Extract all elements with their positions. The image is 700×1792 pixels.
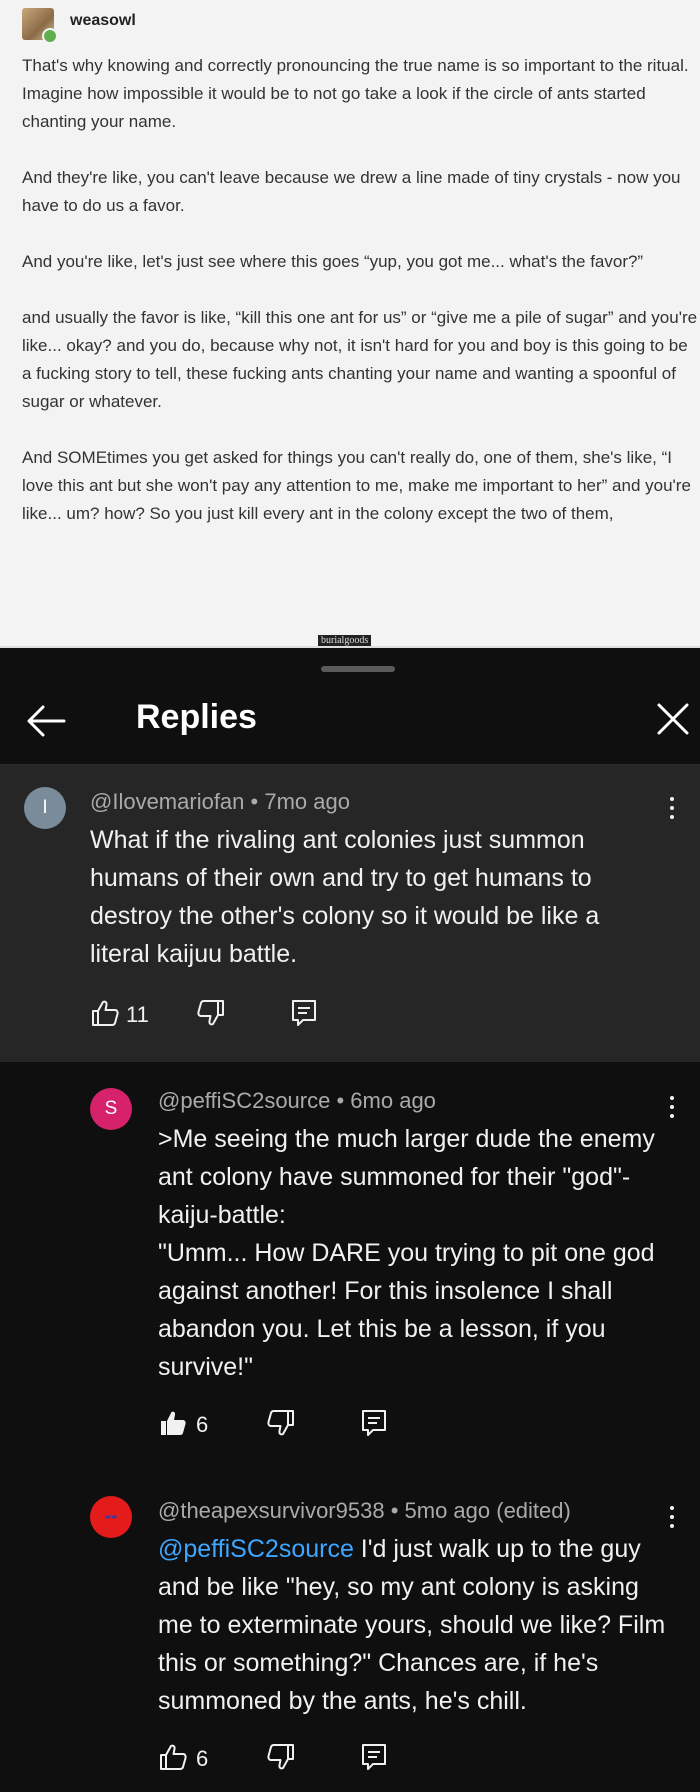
comment-time: 5mo ago (edited) [404, 1498, 571, 1523]
reply-comment: ▰▰ @theapexsurvivor9538 • 5mo ago (edite… [0, 1472, 700, 1792]
like-count: 6 [196, 1746, 209, 1771]
avatar-logo-icon: ▰▰ [104, 1512, 118, 1521]
parent-comment: I @Ilovemariofan • 7mo ago What if the r… [0, 765, 700, 1062]
comment-actions: 11 [90, 998, 390, 1032]
meta-separator: • [384, 1498, 405, 1523]
like-button[interactable] [158, 1408, 188, 1438]
thumbs-down-icon [197, 1000, 224, 1026]
like-count: 6 [196, 1412, 209, 1437]
reply-button[interactable] [360, 1408, 388, 1438]
tumblr-avatar-badge-icon [42, 28, 58, 44]
post-paragraph: And SOMEtimes you get asked for things y… [22, 448, 691, 523]
post-paragraph: and usually the favor is like, “kill thi… [22, 308, 698, 411]
dislike-button[interactable] [266, 1408, 296, 1438]
thumbs-up-filled-icon [161, 1411, 186, 1435]
reply-icon [362, 1744, 386, 1770]
replies-header: Replies [0, 678, 700, 765]
like-button[interactable] [158, 1742, 188, 1772]
comment-author[interactable]: @Ilovemariofan [90, 789, 244, 814]
tumblr-post-body: That's why knowing and correctly pronoun… [22, 52, 698, 556]
tumblr-post-screenshot: weasowl That's why knowing and correctly… [0, 0, 700, 648]
post-paragraph: That's why knowing and correctly pronoun… [22, 56, 689, 131]
comment-meta: @theapexsurvivor9538 • 5mo ago (edited) [158, 1498, 571, 1524]
thumbs-up-icon [160, 1744, 187, 1770]
like-button[interactable] [90, 998, 120, 1028]
avatar[interactable]: I [24, 787, 66, 829]
post-paragraph: And they're like, you can't leave becaus… [22, 168, 681, 215]
reply-icon [292, 1000, 316, 1026]
comment-meta: @Ilovemariofan • 7mo ago [90, 789, 350, 815]
post-paragraph: And you're like, let's just see where th… [22, 252, 644, 271]
comment-time: 6mo ago [350, 1088, 436, 1113]
thumbs-down-icon [267, 1744, 294, 1770]
reply-button[interactable] [360, 1742, 388, 1772]
more-options-icon[interactable] [667, 797, 677, 825]
thumbs-up-icon [92, 1000, 119, 1026]
comment-actions: 6 [158, 1408, 458, 1442]
page-title: Replies [136, 698, 257, 736]
avatar[interactable]: S [90, 1088, 132, 1130]
comment-author[interactable]: @peffiSC2source [158, 1088, 330, 1113]
reply-icon [362, 1410, 386, 1436]
reply-comment: S @peffiSC2source • 6mo ago >Me seeing t… [0, 1062, 700, 1472]
comment-text: @peffiSC2source I'd just walk up to the … [158, 1530, 680, 1720]
close-icon[interactable] [656, 702, 690, 736]
comment-actions: 6 [158, 1742, 458, 1776]
comment-time: 7mo ago [264, 789, 350, 814]
comment-text: What if the rivaling ant colonies just s… [90, 826, 600, 968]
replies-sheet: Replies I @Ilovemariofan • 7mo ago What … [0, 648, 700, 1792]
like-count: 11 [126, 1002, 149, 1027]
comment-author[interactable]: @theapexsurvivor9538 [158, 1498, 385, 1523]
dislike-button[interactable] [196, 998, 226, 1028]
meta-separator: • [330, 1088, 351, 1113]
back-arrow-icon[interactable] [26, 704, 66, 738]
thumbs-down-icon [267, 1410, 294, 1436]
reply-button[interactable] [290, 998, 318, 1028]
dislike-button[interactable] [266, 1742, 296, 1772]
meta-separator: • [244, 789, 265, 814]
drag-handle[interactable] [321, 666, 395, 672]
comment-meta: @peffiSC2source • 6mo ago [158, 1088, 436, 1114]
comment-text: >Me seeing the much larger dude the enem… [158, 1125, 655, 1381]
avatar[interactable]: ▰▰ [90, 1496, 132, 1538]
tumblr-username[interactable]: weasowl [70, 12, 136, 30]
mention-link[interactable]: @peffiSC2source [158, 1535, 354, 1563]
